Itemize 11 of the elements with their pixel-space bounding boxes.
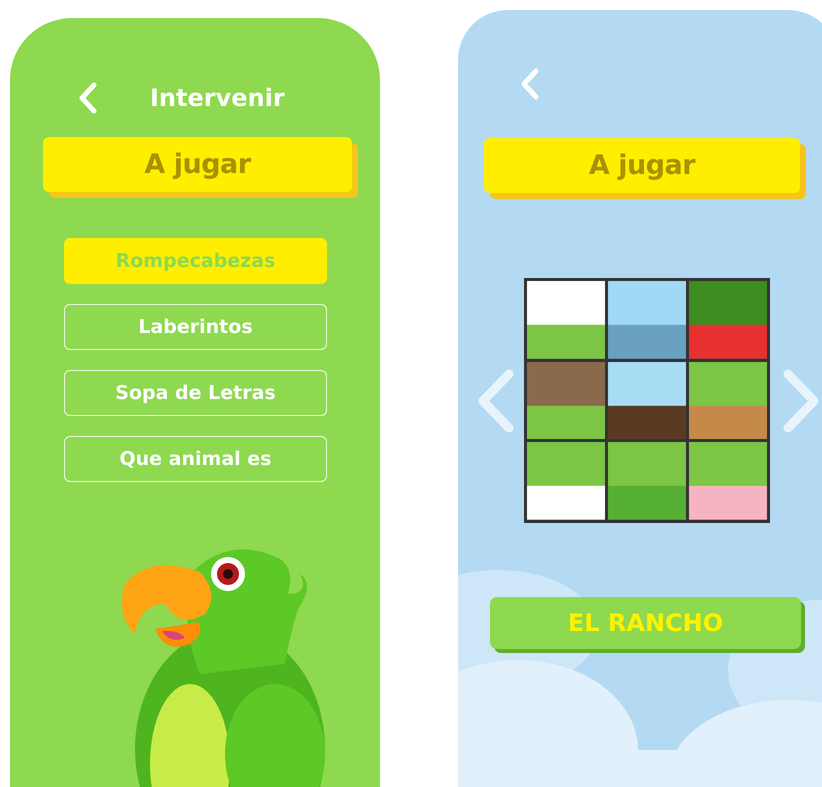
menu-button[interactable]: Laberintos <box>64 304 327 350</box>
back-icon[interactable] <box>78 82 98 114</box>
level-button[interactable]: EL RANCHO <box>490 597 801 649</box>
menu-button[interactable]: Rompecabezas <box>64 238 327 284</box>
menu-button[interactable]: Sopa de Letras <box>64 370 327 416</box>
back-icon[interactable] <box>520 68 540 100</box>
title-banner: A jugar <box>484 138 800 193</box>
screen-title: Intervenir <box>150 84 285 112</box>
puzzle-piece[interactable] <box>608 362 686 440</box>
title-banner: A jugar <box>43 137 352 192</box>
menu-button[interactable]: Que animal es <box>64 436 327 482</box>
